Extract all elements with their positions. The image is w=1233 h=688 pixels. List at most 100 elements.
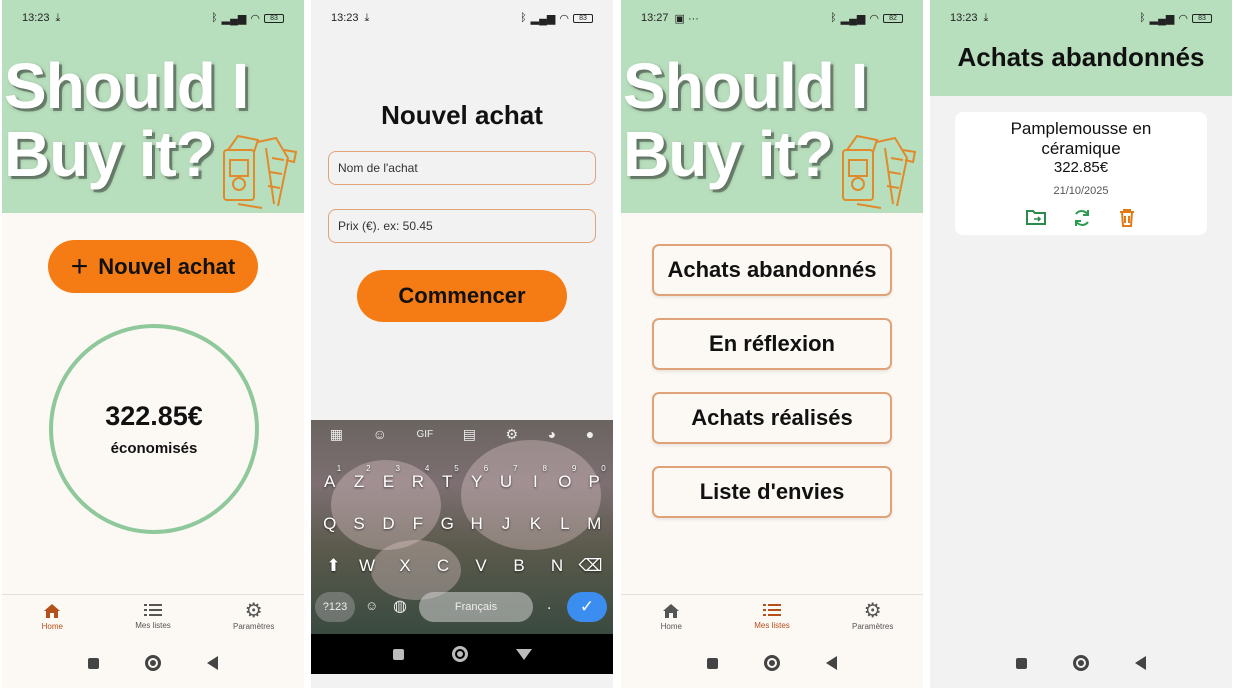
- item-price: 322.85€: [1053, 159, 1109, 176]
- gif-icon[interactable]: GIF: [416, 426, 433, 444]
- nav-lists[interactable]: Mes listes: [103, 595, 204, 638]
- key-b[interactable]: B: [505, 556, 534, 576]
- key-q[interactable]: Q: [315, 514, 344, 534]
- status-bar: 13:23 ⤓ ᛒ ▂▄▆ ◠ 83: [311, 0, 613, 36]
- home-circle-icon[interactable]: [145, 655, 161, 671]
- nav-home[interactable]: Home: [2, 595, 103, 638]
- key-f[interactable]: F: [403, 514, 432, 534]
- key-l[interactable]: L: [550, 514, 579, 534]
- key-e[interactable]: E3: [374, 464, 403, 492]
- key-i[interactable]: I8: [521, 464, 550, 492]
- key-h[interactable]: H: [462, 514, 491, 534]
- battery-icon: 83: [1192, 13, 1212, 23]
- soft-keyboard: ▦ ☺ GIF ▤ ⚙ ◕ ● A1Z2E3R4T5Y6U7I8O9P0 QSD…: [311, 420, 613, 634]
- key-x[interactable]: X: [391, 556, 420, 576]
- move-folder-icon[interactable]: [1026, 208, 1046, 226]
- gear-icon: ⚙: [863, 600, 882, 622]
- purchase-card: Pamplemousse en céramique 322.85€ 21/10/…: [955, 112, 1207, 235]
- key-g[interactable]: G: [433, 514, 462, 534]
- gear-icon[interactable]: ⚙: [506, 426, 519, 444]
- globe-icon[interactable]: ◍: [393, 596, 407, 616]
- back-icon[interactable]: [826, 656, 837, 670]
- system-navigation: [930, 638, 1232, 688]
- nav-lists[interactable]: Mes listes: [722, 595, 823, 638]
- list-button-completed[interactable]: Achats réalisés: [652, 392, 892, 444]
- list-button-wishlist[interactable]: Liste d'envies: [652, 466, 892, 518]
- system-navigation: [311, 634, 613, 674]
- nav-settings[interactable]: ⚙ Paramètres: [203, 595, 304, 638]
- home-screen: Should I Buy it? 13:23 ⤓ ᛒ ▂▄▆ ◠ 83 + Nouvel…: [2, 0, 304, 688]
- key-r[interactable]: R4: [403, 464, 432, 492]
- clipboard-icon[interactable]: ▤: [463, 426, 476, 444]
- keyboard-toolbar: ▦ ☺ GIF ▤ ⚙ ◕ ●: [311, 426, 613, 444]
- list-button-abandoned[interactable]: Achats abandonnés: [652, 244, 892, 296]
- key-z[interactable]: Z2: [345, 464, 374, 492]
- hide-keyboard-icon[interactable]: [515, 648, 532, 660]
- nav-settings[interactable]: ⚙ Paramètres: [822, 595, 923, 638]
- key-y[interactable]: Y6: [462, 464, 491, 492]
- key-row-2: QSDFGHJKLM: [311, 514, 613, 534]
- shift-key[interactable]: ⬆: [319, 556, 348, 576]
- home-circle-icon[interactable]: [451, 646, 468, 662]
- home-circle-icon[interactable]: [1073, 655, 1089, 671]
- emoji-icon[interactable]: ☺: [365, 598, 378, 613]
- shopping-illustration-icon: [223, 134, 298, 209]
- key-j[interactable]: J: [492, 514, 521, 534]
- key-row-1: A1Z2E3R4T5Y6U7I8O9P0: [311, 464, 613, 492]
- start-button[interactable]: Commencer: [357, 270, 567, 322]
- recent-apps-icon[interactable]: [88, 657, 99, 669]
- card-actions: [955, 208, 1207, 228]
- page-title: Achats abandonnés: [957, 42, 1205, 72]
- list-button-thinking[interactable]: En réflexion: [652, 318, 892, 370]
- nav-home[interactable]: Home: [621, 595, 722, 638]
- apps-grid-icon[interactable]: ▦: [330, 426, 343, 444]
- shopping-illustration-icon: [842, 134, 917, 209]
- recent-apps-icon[interactable]: [707, 657, 718, 669]
- key-o[interactable]: O9: [550, 464, 579, 492]
- key-a[interactable]: A1: [315, 464, 344, 492]
- list-icon: [144, 604, 162, 616]
- wifi-icon: ◠: [559, 12, 569, 25]
- microphone-icon[interactable]: ●: [586, 426, 594, 444]
- new-purchase-button[interactable]: + Nouvel achat: [48, 240, 258, 293]
- key-c[interactable]: C: [429, 556, 458, 576]
- back-icon[interactable]: [1135, 656, 1146, 670]
- key-v[interactable]: V: [467, 556, 496, 576]
- abandoned-screen: 13:23 ⤓ ᛒ ▂▄▆ ◠ 83 Achats abandonnés Pamplem…: [930, 0, 1232, 688]
- savings-label: économisés: [110, 440, 198, 457]
- wifi-icon: ◠: [869, 12, 879, 25]
- purchase-name-field[interactable]: Nom de l'achat: [328, 151, 596, 185]
- key-s[interactable]: S: [345, 514, 374, 534]
- key-m[interactable]: M: [580, 514, 609, 534]
- key-k[interactable]: K: [521, 514, 550, 534]
- key-d[interactable]: D: [374, 514, 403, 534]
- recent-apps-icon[interactable]: [1016, 657, 1027, 669]
- symbols-key[interactable]: ?123: [315, 592, 355, 622]
- period-key[interactable]: .: [547, 596, 551, 614]
- key-p[interactable]: P0: [580, 464, 609, 492]
- key-n[interactable]: N: [543, 556, 572, 576]
- purchase-price-field[interactable]: Prix (€). ex: 50.45: [328, 209, 596, 243]
- savings-circle: 322.85€ économisés: [49, 324, 259, 534]
- recent-apps-icon[interactable]: [392, 648, 404, 660]
- back-icon[interactable]: [207, 656, 218, 670]
- status-bar: 13:23 ⤓ ᛒ ▂▄▆ ◠ 83: [2, 0, 304, 36]
- refresh-icon[interactable]: [1072, 208, 1092, 228]
- bluetooth-icon: ᛒ: [1139, 12, 1146, 24]
- key-t[interactable]: T5: [433, 464, 462, 492]
- status-bar: 13:27 ▣ ··· ᛒ ▂▄▆ ◠ 82: [621, 0, 923, 36]
- palette-icon[interactable]: ◕: [548, 426, 556, 444]
- bluetooth-icon: ᛒ: [211, 12, 218, 24]
- home-circle-icon[interactable]: [764, 655, 780, 671]
- enter-key[interactable]: ✓: [567, 592, 607, 622]
- lists-screen: Should I Buy it? 13:27 ▣ ··· ᛒ ▂▄▆ ◠ 82 Acha…: [621, 0, 923, 688]
- trash-icon[interactable]: [1118, 208, 1136, 228]
- space-key[interactable]: Français: [419, 592, 533, 622]
- key-w[interactable]: W: [353, 556, 382, 576]
- sticker-icon[interactable]: ☺: [373, 426, 387, 444]
- backspace-key[interactable]: ⌫: [576, 556, 605, 576]
- signal-icon: ▂▄▆: [1149, 12, 1175, 25]
- hero-title: Should I Buy it?: [623, 50, 868, 190]
- key-u[interactable]: U7: [492, 464, 521, 492]
- download-icon: ⤓: [364, 11, 370, 24]
